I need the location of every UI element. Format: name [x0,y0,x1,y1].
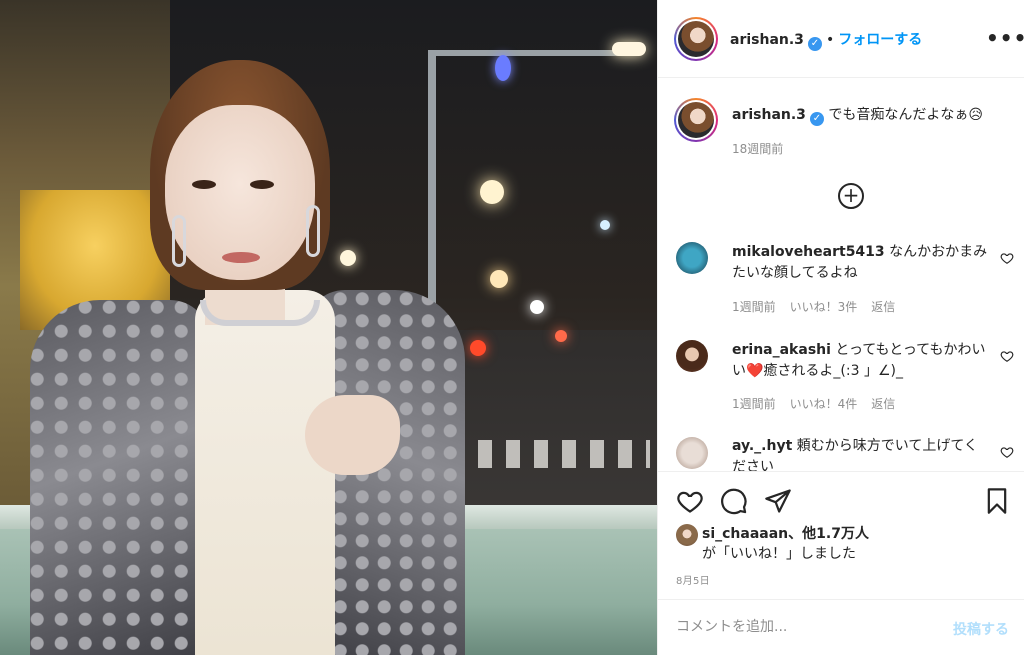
reply-button[interactable]: 返信 [871,300,895,314]
verified-badge-icon: ✓ [807,37,822,51]
commenter-avatar[interactable] [676,242,708,274]
bokeh-light [470,340,486,356]
comment-body: ay._.hyt 頼むから味方でいて上げてください [732,436,988,471]
blouse [195,290,335,655]
comment-time[interactable]: 1週間前 [732,300,776,314]
comment-body: erina_akashi とってもとってもかわいい❤️癒されるよ_(:3 」∠)… [732,340,988,382]
bokeh-light [495,55,511,81]
bokeh-light [600,220,610,230]
separator-dot: • [825,32,835,48]
bokeh-light [340,250,356,266]
liker-avatar[interactable] [676,524,698,546]
lips [222,252,260,263]
like-comment-heart-icon[interactable] [1000,349,1014,363]
commenter-avatar[interactable] [676,340,708,372]
bokeh-light [490,270,508,288]
liked-by-suffix: が「いいね！」しました [702,546,856,562]
crosswalk [450,440,650,468]
add-comment-input[interactable] [676,616,936,638]
follow-button[interactable]: フォローする [838,32,922,48]
save-bookmark-icon[interactable] [983,487,1011,515]
verified-badge-icon: ✓ [809,112,824,126]
comment-bubble-icon[interactable] [720,487,748,515]
comment-likes[interactable]: いいね！4件 [790,397,858,411]
post-header: arishan.3 ✓ • フォローする ••• [658,0,1024,78]
jacket-left [30,300,210,655]
commenter-avatar[interactable] [676,437,708,469]
bokeh-light [555,330,567,342]
post-date[interactable]: 8月5日 [676,572,710,587]
commenter-username[interactable]: ay._.hyt [732,438,792,454]
eye-right [250,180,274,189]
necklace [200,300,320,326]
like-heart-icon[interactable] [676,487,704,515]
caption-text: でも音痴なんだよなぁ😥 [828,107,983,123]
comment-time[interactable]: 1週間前 [732,397,776,411]
earring-left [172,215,186,267]
bokeh-light [480,180,504,204]
commenter-username[interactable]: erina_akashi [732,342,831,358]
add-comment-bar: 投稿する [658,599,1024,655]
like-comment-heart-icon[interactable] [1000,445,1014,459]
share-paper-plane-icon[interactable] [764,487,792,515]
liker-count[interactable]: 、他1.7万人 [788,526,869,542]
caption-avatar[interactable] [674,98,718,142]
street-lamp [612,42,646,56]
earring-right [306,205,320,257]
author-username[interactable]: arishan.3 [730,32,804,48]
comment-likes[interactable]: いいね！3件 [790,300,858,314]
post-side-panel: arishan.3 ✓ • フォローする ••• arishan.3 ✓ でも音痴なんだ… [657,0,1024,655]
liked-by-text: si_chaaaan、他1.7万人 が「いいね！」しました [702,524,869,564]
hand [305,395,400,475]
comments-list[interactable]: arishan.3 ✓ でも音痴なんだよなぁ😥 18週間前 + mikaloveh… [658,79,1024,471]
commenter-username[interactable]: mikaloveheart5413 [732,244,885,260]
comment-meta: 1週間前 いいね！4件 返信 [732,395,909,412]
reply-button[interactable]: 返信 [871,397,895,411]
eye-left [192,180,216,189]
caption-time[interactable]: 18週間前 [732,140,783,157]
author-avatar[interactable] [674,17,718,61]
liker-username[interactable]: si_chaaaan [702,526,788,542]
street-lamp-arm [428,50,628,56]
caption: arishan.3 ✓ でも音痴なんだよなぁ😥 [732,106,1002,126]
post-comment-button[interactable]: 投稿する [953,619,1009,639]
like-comment-heart-icon[interactable] [1000,251,1014,265]
header-user-line: arishan.3 ✓ • フォローする [730,29,922,51]
comment-meta: 1週間前 いいね！3件 返信 [732,298,909,315]
comment-body: mikaloveheart5413 なんかおかまみたいな顔してるよね [732,242,988,284]
post-photo[interactable] [0,0,657,655]
more-options-icon[interactable]: ••• [986,26,1024,50]
caption-username[interactable]: arishan.3 [732,107,806,123]
bokeh-light [530,300,544,314]
post-actions: si_chaaaan、他1.7万人 が「いいね！」しました 8月5日 [658,471,1024,599]
load-more-comments-icon[interactable]: + [838,183,864,209]
